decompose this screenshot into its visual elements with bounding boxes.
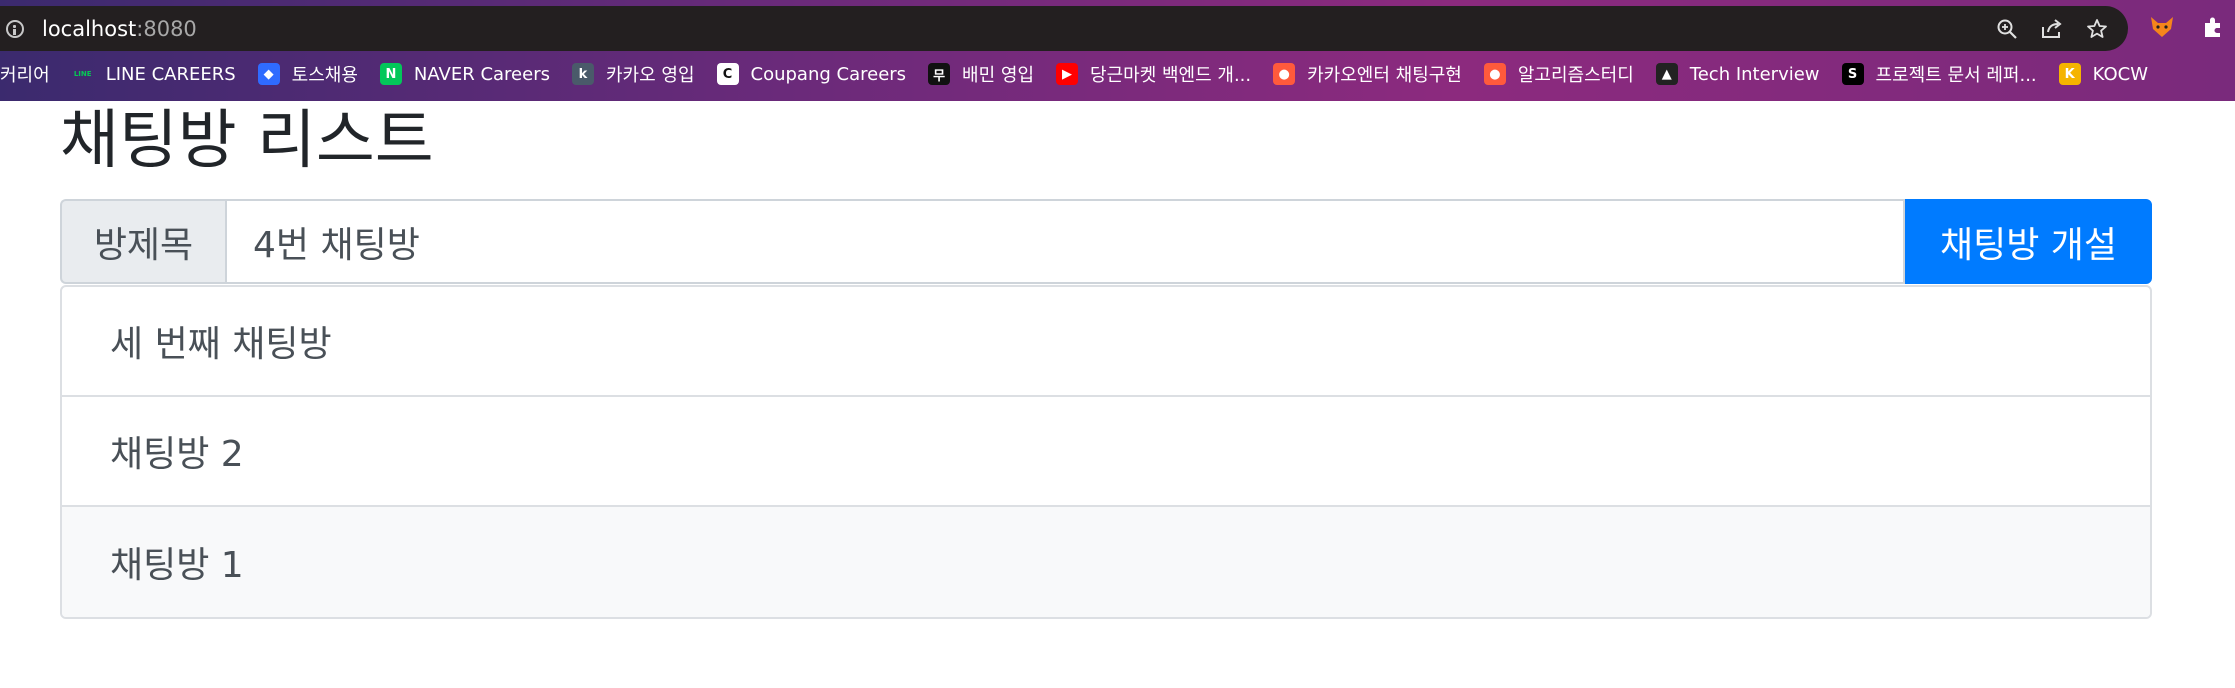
browser-chrome: localhost:8080 커리어 LINE LINE CAREERS ◆ 토스채용 N… <box>0 0 2235 101</box>
bookmark-favicon-icon: C <box>716 63 739 85</box>
bookmark-favicon-icon: ▶ <box>1056 63 1079 85</box>
room-title-label: 방제목 <box>60 199 225 284</box>
bookmark-label: 카카오엔터 채팅구현 <box>1307 65 1462 86</box>
bookmark-label: 프로젝트 문서 레퍼... <box>1875 65 2037 86</box>
bookmark-item[interactable]: ◆ 토스채용 <box>257 61 358 87</box>
bookmark-label: NAVER Careers <box>413 63 550 85</box>
star-icon[interactable] <box>2086 18 2108 40</box>
bookmark-favicon-icon: ● <box>1273 63 1296 85</box>
bookmark-item[interactable]: LINE LINE CAREERS <box>72 63 236 85</box>
address-actions <box>1996 6 2108 51</box>
bookmark-label: Tech Interview <box>1689 63 1820 85</box>
bookmark-favicon-icon: LINE <box>73 70 92 78</box>
bookmark-label: 커리어 <box>0 65 50 86</box>
bookmark-favicon-icon: 무 <box>928 63 951 85</box>
bookmark-label: 카카오 영입 <box>605 65 695 86</box>
extensions-area <box>2149 6 2225 51</box>
bookmark-label: 토스채용 <box>291 65 358 86</box>
room-list: 세 번째 채팅방 채팅방 2 채팅방 1 <box>60 285 2152 619</box>
bookmark-item[interactable]: ● 카카오엔터 채팅구현 <box>1273 61 1462 87</box>
site-info-icon[interactable] <box>6 19 24 38</box>
create-room-form: 방제목 채팅방 개설 <box>60 199 2152 284</box>
bookmark-label: KOCW <box>2092 63 2148 85</box>
bookmark-favicon-icon: N <box>379 63 402 85</box>
bookmark-item[interactable]: k 카카오 영입 <box>571 61 695 87</box>
bookmark-item[interactable]: N NAVER Careers <box>379 63 550 85</box>
url-host: localhost <box>42 16 137 41</box>
bookmark-favicon-icon: k <box>571 63 594 85</box>
room-list-item[interactable]: 채팅방 2 <box>62 397 2150 507</box>
bookmark-favicon-icon: K <box>2058 63 2081 85</box>
bookmark-label: 당근마켓 백엔드 개... <box>1090 65 1252 86</box>
bookmarks-bar: 커리어 LINE LINE CAREERS ◆ 토스채용 N NAVER Careers k 카… <box>0 56 2170 92</box>
room-list-item[interactable]: 세 번째 채팅방 <box>62 287 2150 397</box>
url-port: :8080 <box>136 16 197 41</box>
bookmark-item[interactable]: K KOCW <box>2058 63 2148 85</box>
bookmark-label: 알고리즘스터디 <box>1517 65 1634 86</box>
puzzle-extensions-icon[interactable] <box>2201 15 2225 43</box>
bookmark-item[interactable]: 커리어 <box>0 61 50 87</box>
bookmark-label: Coupang Careers <box>750 63 907 85</box>
bookmark-label: 배민 영입 <box>962 65 1035 86</box>
bookmark-favicon-icon: S <box>1841 63 1864 85</box>
bookmark-label: LINE CAREERS <box>105 63 236 85</box>
page-content: 채팅방 리스트 방제목 채팅방 개설 세 번째 채팅방 채팅방 2 채팅방 1 <box>0 101 2235 688</box>
zoom-icon[interactable] <box>1996 18 2018 40</box>
bookmark-favicon-icon: ▲ <box>1655 63 1678 85</box>
create-room-button[interactable]: 채팅방 개설 <box>1905 199 2152 284</box>
bookmark-item[interactable]: ▲ Tech Interview <box>1655 63 1820 85</box>
bookmark-item[interactable]: S 프로젝트 문서 레퍼... <box>1841 61 2037 87</box>
fox-extension-icon[interactable] <box>2149 15 2175 43</box>
bookmark-favicon-icon: ◆ <box>257 63 280 85</box>
bookmark-item[interactable]: C Coupang Careers <box>716 63 907 85</box>
bookmark-favicon-icon: ● <box>1483 63 1506 85</box>
bookmark-item[interactable]: 무 배민 영입 <box>928 61 1034 87</box>
bookmark-item[interactable]: ● 알고리즘스터디 <box>1483 61 1634 87</box>
address-bar[interactable]: localhost:8080 <box>0 6 2128 51</box>
page-title: 채팅방 리스트 <box>60 104 434 178</box>
room-title-input[interactable] <box>225 199 1905 284</box>
room-list-item[interactable]: 채팅방 1 <box>62 507 2150 617</box>
bookmark-item[interactable]: ▶ 당근마켓 백엔드 개... <box>1056 61 1251 87</box>
share-icon[interactable] <box>2040 18 2064 40</box>
